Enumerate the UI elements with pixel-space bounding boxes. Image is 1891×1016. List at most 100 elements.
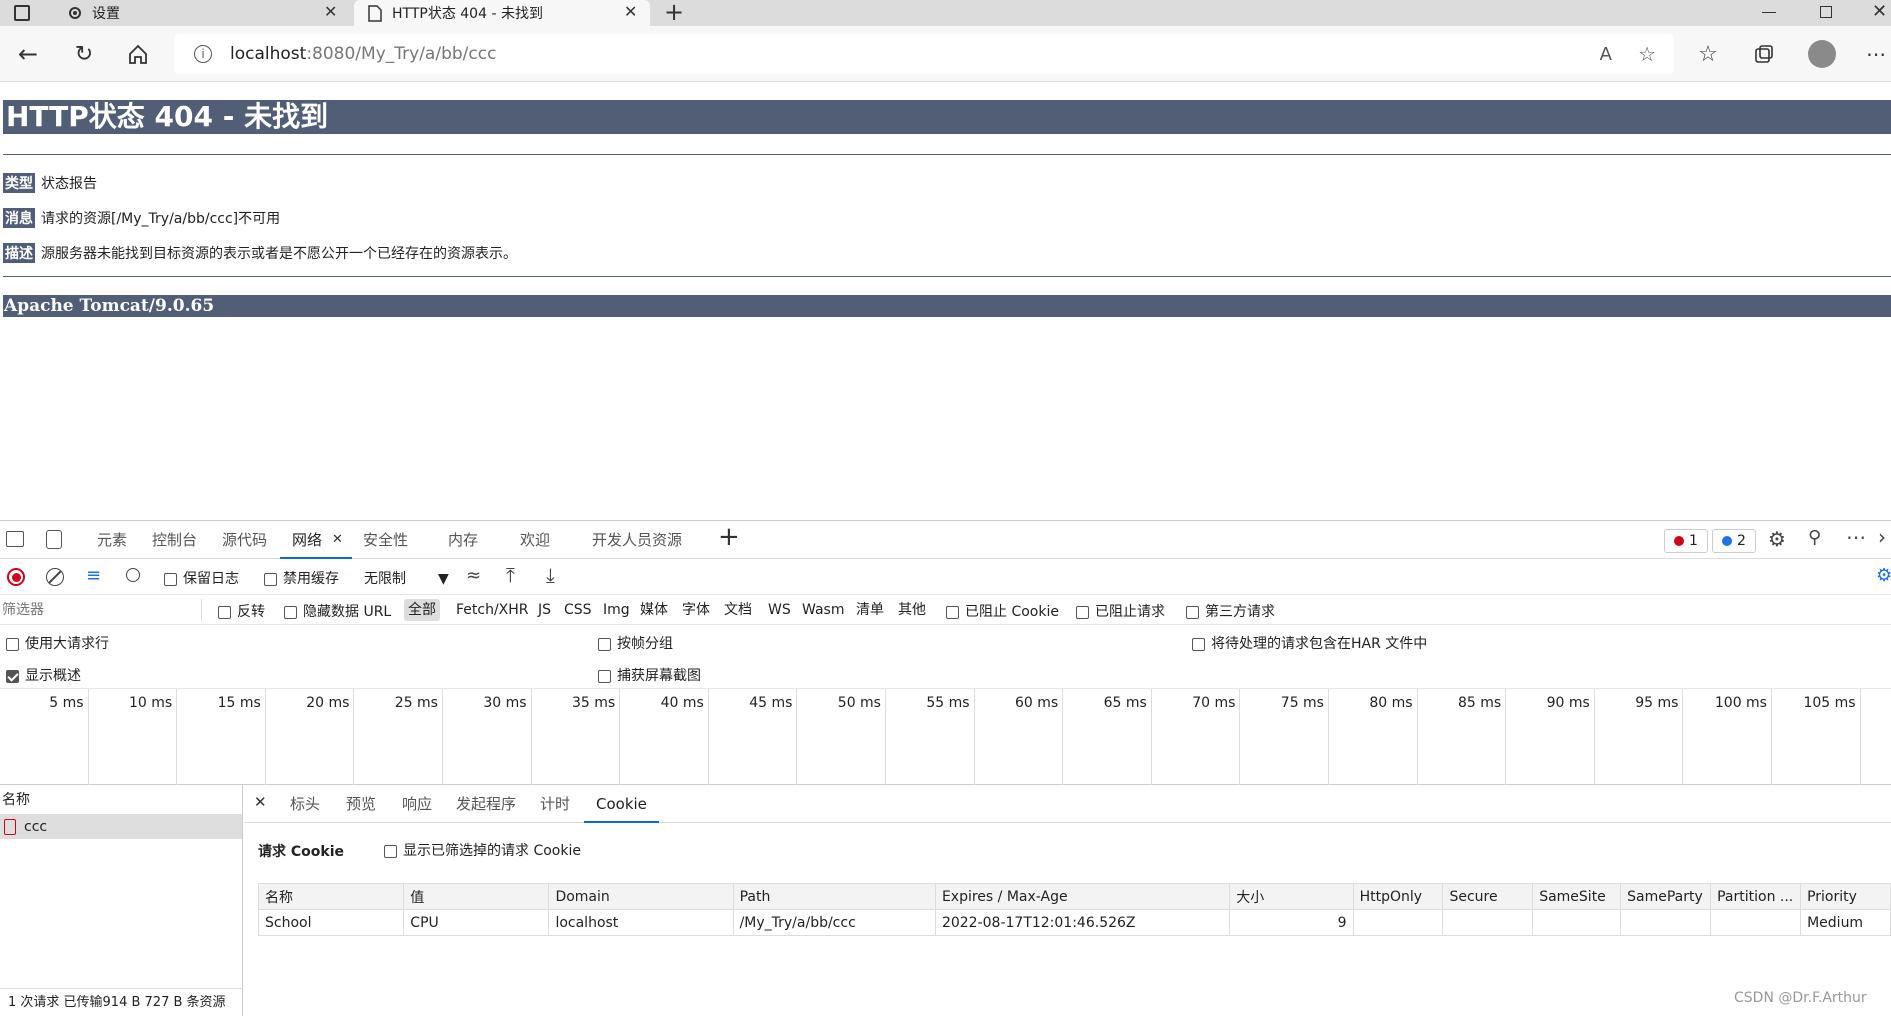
show-overview-checkbox[interactable]: 显示概述 (6, 665, 81, 685)
search-icon[interactable] (126, 568, 140, 582)
filter-fetch-xhr[interactable]: Fetch/XHR (456, 599, 529, 621)
third-party-checkbox[interactable]: 第三方请求 (1186, 601, 1275, 621)
checkbox[interactable] (1076, 605, 1089, 619)
tab-welcome[interactable]: 欢迎 (520, 521, 550, 559)
col-httponly[interactable]: HttpOnly (1352, 883, 1444, 910)
filter-manifest[interactable]: 清单 (856, 599, 884, 621)
tab-settings[interactable]: 设置 (54, 0, 350, 26)
checkbox[interactable] (6, 669, 19, 683)
include-har-checkbox[interactable]: 将待处理的请求包含在HAR 文件中 (1192, 633, 1427, 653)
request-row[interactable]: ccc (0, 815, 242, 839)
tab-console[interactable]: 控制台 (152, 521, 197, 559)
tab-headers[interactable]: 标头 (290, 785, 320, 823)
filter-other[interactable]: 其他 (898, 599, 926, 621)
add-tab-icon[interactable]: + (718, 522, 740, 552)
checkbox[interactable] (284, 605, 297, 619)
customize-icon[interactable]: ⚲ (1808, 527, 1821, 548)
cookie-row[interactable]: School CPU localhost /My_Try/a/bb/ccc 20… (257, 909, 1891, 936)
tab-developer-resources[interactable]: 开发人员资源 (592, 521, 682, 559)
error-badge[interactable]: 1 (1664, 529, 1708, 553)
disable-cache-checkbox[interactable]: 禁用缓存 (264, 568, 339, 588)
blocked-cookies-checkbox[interactable]: 已阻止 Cookie (946, 601, 1059, 621)
wifi-settings-icon[interactable]: ≈ (466, 565, 481, 586)
checkbox[interactable] (1186, 605, 1199, 619)
restore-icon[interactable] (1820, 6, 1832, 18)
filter-wasm[interactable]: Wasm (802, 599, 844, 621)
group-by-frame-checkbox[interactable]: 按帧分组 (598, 633, 673, 653)
close-icon[interactable]: ✕ (624, 2, 637, 21)
filter-media[interactable]: 媒体 (640, 599, 668, 621)
throttle-select[interactable]: 无限制 ▼ (364, 568, 449, 588)
network-settings-icon[interactable]: ⚙ (1876, 565, 1891, 586)
name-column-header[interactable]: 名称 (0, 785, 242, 815)
minimize-icon[interactable] (1762, 12, 1776, 13)
col-priority[interactable]: Priority (1800, 883, 1891, 910)
filter-font[interactable]: 字体 (682, 599, 710, 621)
col-partition[interactable]: Partition ... (1710, 883, 1802, 910)
address-bar[interactable]: i localhost :8080/My_Try/a/bb/ccc A ☆ (174, 34, 1674, 74)
close-devtools-icon[interactable]: › (1878, 525, 1886, 549)
tab-response[interactable]: 响应 (402, 785, 432, 823)
tab-cookies[interactable]: Cookie (584, 785, 659, 823)
clear-icon[interactable] (46, 568, 64, 586)
col-secure[interactable]: Secure (1442, 883, 1534, 910)
more-icon[interactable]: ⋯ (1846, 525, 1866, 549)
inspect-icon[interactable] (6, 531, 24, 547)
show-filtered-cookies-checkbox[interactable]: 显示已筛选掉的请求 Cookie (384, 840, 581, 860)
filter-doc[interactable]: 文档 (724, 599, 752, 621)
checkbox[interactable] (598, 669, 611, 683)
filter-input[interactable] (2, 599, 202, 621)
settings-gear-icon[interactable]: ⚙ (1768, 527, 1786, 551)
tab-timing[interactable]: 计时 (540, 785, 570, 823)
filter-img[interactable]: Img (603, 599, 630, 621)
close-icon[interactable]: ✕ (324, 2, 337, 21)
tab-initiator[interactable]: 发起程序 (456, 785, 516, 823)
preserve-log-checkbox[interactable]: 保留日志 (164, 568, 239, 588)
download-icon[interactable]: ⤓ (546, 563, 555, 587)
tab-elements[interactable]: 元素 (97, 521, 127, 559)
filter-all[interactable]: 全部 (404, 599, 440, 621)
home-icon[interactable] (124, 40, 152, 68)
close-icon[interactable]: ✕ (332, 521, 343, 559)
profile-avatar[interactable] (1808, 40, 1836, 68)
checkbox[interactable] (384, 844, 397, 858)
checkbox[interactable] (598, 637, 611, 651)
timeline-overview[interactable]: 5 ms 10 ms 15 ms 20 ms 25 ms 30 ms 35 ms 40 ms 4… (0, 689, 1891, 785)
checkbox[interactable] (164, 572, 177, 586)
col-expires[interactable]: Expires / Max-Age (934, 883, 1231, 910)
tab-memory[interactable]: 内存 (448, 521, 478, 559)
checkbox[interactable] (218, 605, 231, 619)
favorite-add-icon[interactable]: ☆ (1638, 42, 1656, 66)
new-tab-icon[interactable]: + (664, 0, 684, 26)
hide-data-urls-checkbox[interactable]: 隐藏数据 URL (284, 601, 391, 621)
invert-checkbox[interactable]: 反转 (218, 601, 265, 621)
tab-404[interactable]: HTTP状态 404 - 未找到 (354, 0, 650, 26)
col-domain[interactable]: Domain (548, 883, 734, 910)
info-icon[interactable]: i (194, 45, 212, 63)
col-path[interactable]: Path (732, 883, 936, 910)
read-aloud-icon[interactable]: A (1600, 44, 1612, 65)
tab-network[interactable]: 网络 ✕ (280, 521, 352, 559)
col-name[interactable]: 名称 (257, 883, 405, 910)
tab-preview[interactable]: 预览 (346, 785, 376, 823)
tab-sources[interactable]: 源代码 (222, 521, 267, 559)
large-rows-checkbox[interactable]: 使用大请求行 (6, 633, 109, 653)
checkbox[interactable] (1192, 637, 1205, 651)
close-window-icon[interactable]: ✕ (1872, 1, 1887, 22)
device-toolbar-icon[interactable] (46, 530, 62, 549)
col-size[interactable]: 大小 (1229, 883, 1354, 910)
filter-icon[interactable]: ≡ (86, 565, 101, 586)
record-icon[interactable] (7, 568, 25, 586)
more-icon[interactable]: ⋯ (1862, 40, 1890, 68)
col-sameparty[interactable]: SameParty (1620, 883, 1712, 910)
collections-icon[interactable] (1750, 40, 1778, 68)
blocked-requests-checkbox[interactable]: 已阻止请求 (1076, 601, 1165, 621)
filter-js[interactable]: JS (538, 599, 551, 621)
col-samesite[interactable]: SameSite (1532, 883, 1622, 910)
filter-ws[interactable]: WS (768, 599, 791, 621)
upload-icon[interactable]: ⤒ (506, 563, 515, 587)
checkbox[interactable] (264, 572, 277, 586)
refresh-icon[interactable]: ↻ (70, 40, 98, 68)
message-badge[interactable]: 2 (1712, 529, 1756, 553)
checkbox[interactable] (6, 637, 19, 651)
